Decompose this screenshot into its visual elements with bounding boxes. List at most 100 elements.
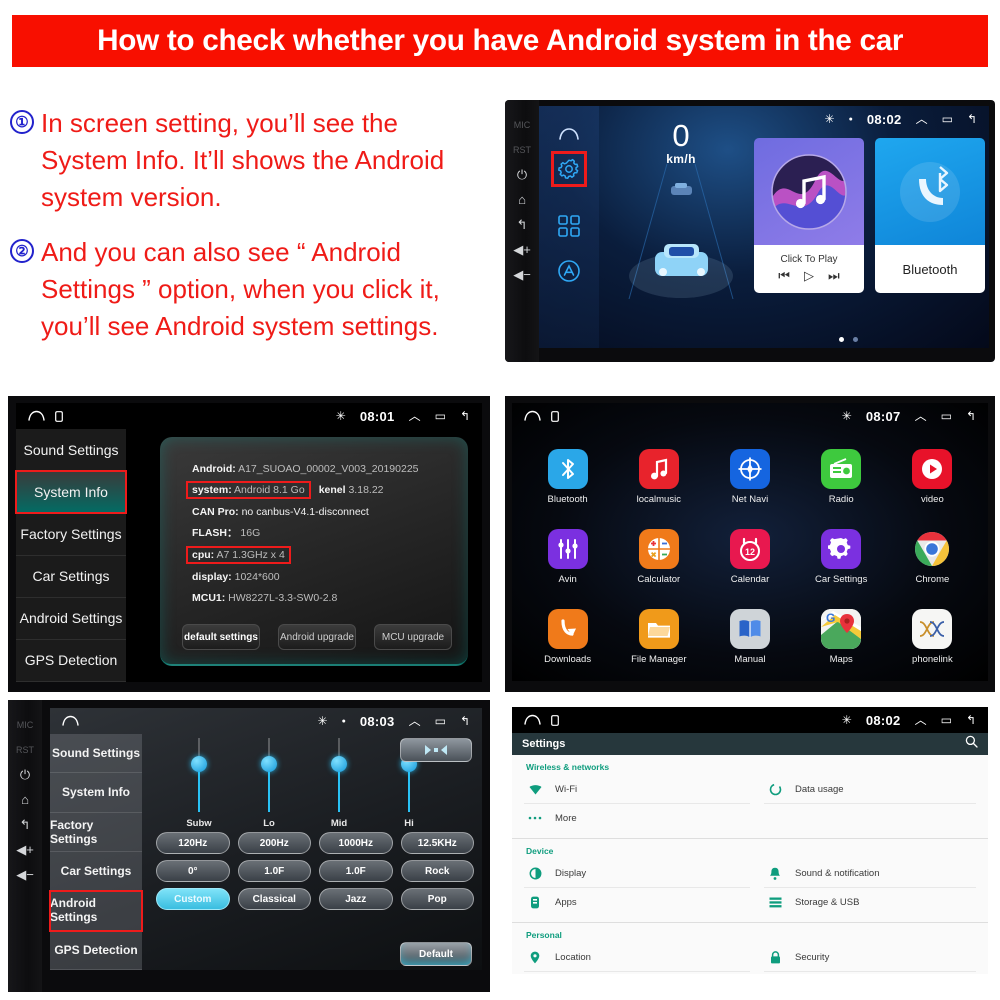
app-video[interactable]: video <box>887 437 978 517</box>
apps-grid-icon[interactable] <box>558 215 580 237</box>
volume-up-button[interactable]: ◀+ <box>513 242 531 258</box>
back-icon[interactable]: ↰ <box>460 410 470 422</box>
chevron-up-icon[interactable]: ︿ <box>409 715 421 727</box>
menu-item-car-settings[interactable]: Car Settings <box>50 852 142 892</box>
menu-item-gps-detection[interactable]: GPS Detection <box>16 640 126 683</box>
app-calculator[interactable]: Calculator <box>613 517 704 597</box>
back-icon[interactable]: ↰ <box>966 714 976 726</box>
chevron-up-icon[interactable]: ︿ <box>409 410 421 422</box>
menu-item-gps-detection[interactable]: GPS Detection <box>50 931 142 970</box>
eq-button-rock[interactable]: Rock <box>400 860 474 882</box>
app-downloads[interactable]: Downloads <box>522 597 613 677</box>
back-icon[interactable]: ↰ <box>460 715 470 727</box>
menu-item-factory-settings[interactable]: Factory Settings <box>16 513 126 556</box>
settings-item-apps[interactable]: Apps <box>524 888 750 916</box>
recents-icon[interactable]: ▭ <box>942 113 953 125</box>
slider-knob[interactable] <box>261 756 277 772</box>
slider-lo[interactable]: Lo <box>234 738 304 830</box>
eq-button-120hz[interactable]: 120Hz <box>156 832 230 854</box>
settings-item-more[interactable]: More <box>524 804 750 832</box>
next-track-icon[interactable]: ⏭ <box>828 268 840 284</box>
chevron-up-icon[interactable]: ︿ <box>916 113 928 125</box>
eq-button-1-0f-b[interactable]: 1.0F <box>319 860 393 882</box>
app-net-navi[interactable]: Net Navi <box>704 437 795 517</box>
home-button[interactable]: ⌂ <box>518 192 526 208</box>
volume-up-button[interactable]: ◀+ <box>16 842 34 858</box>
eq-button-12-5khz[interactable]: 12.5KHz <box>400 832 474 854</box>
power-button[interactable]: ⏻ <box>20 767 30 783</box>
menu-item-system-info[interactable]: System Info <box>50 773 142 813</box>
slider-subw[interactable]: Subw <box>164 738 234 830</box>
settings-item-storage-usb[interactable]: Storage & USB <box>764 888 976 916</box>
app-manual[interactable]: Manual <box>704 597 795 677</box>
settings-item-location[interactable]: Location <box>524 944 750 972</box>
app-avin[interactable]: Avin <box>522 517 613 597</box>
eq-button-0deg[interactable]: 0° <box>156 860 230 882</box>
eq-button-200hz[interactable]: 200Hz <box>237 832 311 854</box>
android-upgrade-button[interactable]: Android upgrade <box>278 624 356 650</box>
settings-item-data-usage[interactable]: Data usage <box>764 776 976 804</box>
reset-button-label[interactable]: RST <box>16 742 34 758</box>
menu-item-system-info[interactable]: System Info <box>15 470 127 515</box>
menu-item-android-settings[interactable]: Android Settings <box>16 598 126 640</box>
mic-button-label[interactable]: MIC <box>514 117 531 133</box>
app-maps[interactable]: G Maps <box>796 597 887 677</box>
volume-down-button[interactable]: ◀− <box>16 867 34 883</box>
previous-track-icon[interactable]: ⏮ <box>778 268 790 284</box>
default-settings-button[interactable]: default settings <box>182 624 260 650</box>
app-calendar[interactable]: 12 Calendar <box>704 517 795 597</box>
eq-button-1-0f-a[interactable]: 1.0F <box>237 860 311 882</box>
home-icon[interactable] <box>558 127 580 141</box>
recents-icon[interactable]: ▭ <box>435 410 446 422</box>
assistant-icon[interactable] <box>557 259 581 283</box>
power-button[interactable]: ⏻ <box>517 167 527 183</box>
eq-button-custom[interactable]: Custom <box>156 888 230 910</box>
settings-item-wifi[interactable]: Wi-Fi <box>524 776 750 804</box>
volume-down-button[interactable]: ◀− <box>513 267 531 283</box>
mic-button-label[interactable]: MIC <box>17 717 34 733</box>
recents-icon[interactable]: ▭ <box>941 410 952 422</box>
menu-item-factory-settings[interactable]: Factory Settings <box>50 813 142 852</box>
back-button[interactable]: ↰ <box>517 217 528 233</box>
slider-knob[interactable] <box>191 756 207 772</box>
app-localmusic[interactable]: localmusic <box>613 437 704 517</box>
chevron-up-icon[interactable]: ︿ <box>915 410 927 422</box>
music-card[interactable]: Click To Play ⏮ ▷ ⏭ <box>754 138 864 293</box>
eq-button-jazz[interactable]: Jazz <box>319 888 393 910</box>
home-button[interactable]: ⌂ <box>21 792 29 808</box>
menu-item-android-settings[interactable]: Android Settings <box>49 890 143 932</box>
eq-button-1000hz[interactable]: 1000Hz <box>319 832 393 854</box>
app-file-manager[interactable]: File Manager <box>613 597 704 677</box>
reset-button-label[interactable]: RST <box>513 142 531 158</box>
eq-button-pop[interactable]: Pop <box>400 888 474 910</box>
app-car-settings[interactable]: Car Settings <box>796 517 887 597</box>
recents-icon[interactable]: ▭ <box>435 715 446 727</box>
back-icon[interactable]: ↰ <box>966 410 976 422</box>
page-dot-1[interactable] <box>839 337 844 342</box>
mcu-upgrade-button[interactable]: MCU upgrade <box>374 624 452 650</box>
menu-item-sound-settings[interactable]: Sound Settings <box>16 429 126 472</box>
default-button[interactable]: Default <box>400 942 472 966</box>
back-button[interactable]: ↰ <box>20 817 31 833</box>
bluetooth-card[interactable]: Bluetooth <box>875 138 985 293</box>
play-icon[interactable]: ▷ <box>804 268 814 284</box>
app-radio[interactable]: Radio <box>796 437 887 517</box>
gear-icon[interactable] <box>551 151 587 187</box>
search-icon[interactable] <box>965 735 978 753</box>
settings-item-sound-notification[interactable]: Sound & notification <box>764 860 976 888</box>
menu-item-sound-settings[interactable]: Sound Settings <box>50 734 142 774</box>
chevron-up-icon[interactable]: ︿ <box>915 714 927 726</box>
recents-icon[interactable]: ▭ <box>941 714 952 726</box>
settings-item-display[interactable]: Display <box>524 860 750 888</box>
app-phonelink[interactable]: phonelink <box>887 597 978 677</box>
eq-button-classical[interactable]: Classical <box>237 888 311 910</box>
app-bluetooth[interactable]: Bluetooth <box>522 437 613 517</box>
settings-item-security[interactable]: Security <box>764 944 976 972</box>
slider-knob[interactable] <box>331 756 347 772</box>
page-dot-2[interactable] <box>853 337 858 342</box>
menu-item-car-settings[interactable]: Car Settings <box>16 556 126 598</box>
balance-button[interactable] <box>400 738 472 762</box>
app-chrome[interactable]: Chrome <box>887 517 978 597</box>
back-icon[interactable]: ↰ <box>967 113 977 125</box>
slider-mid[interactable]: Mid <box>304 738 374 830</box>
